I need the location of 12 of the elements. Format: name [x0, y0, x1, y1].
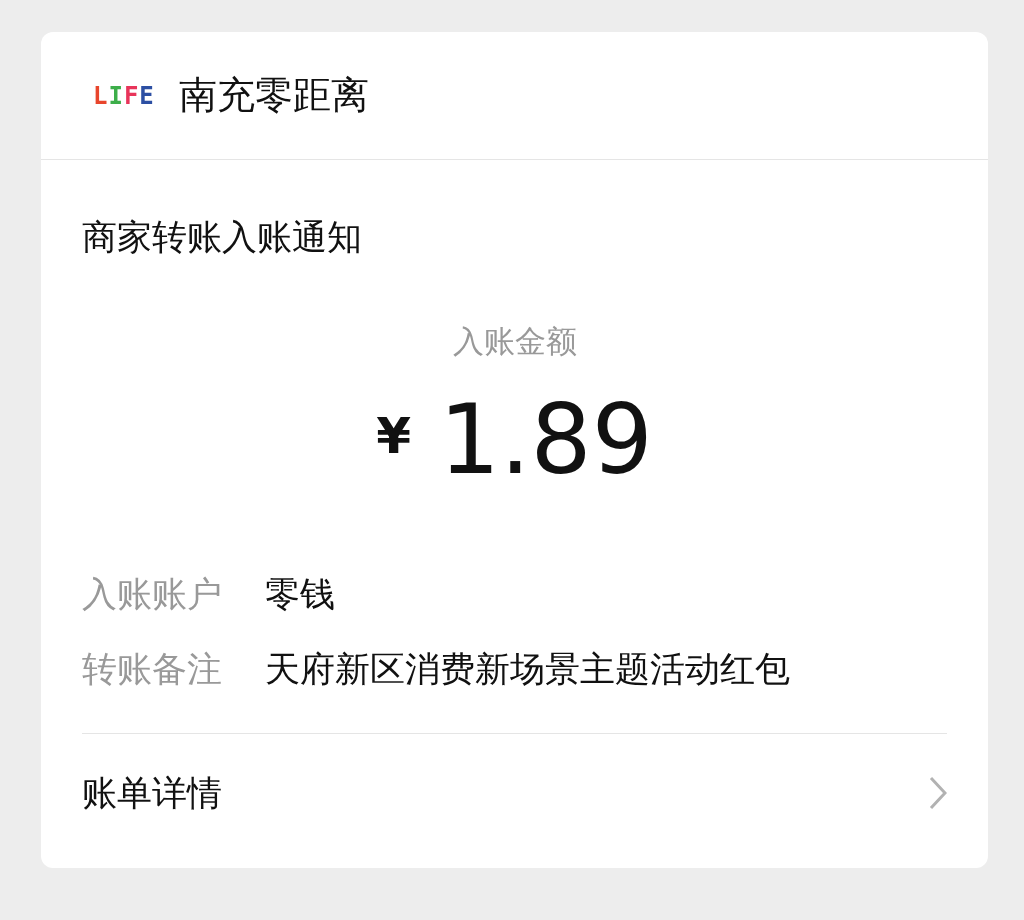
notice-title: 商家转账入账通知 — [82, 216, 363, 259]
detail-value: 零钱 — [265, 573, 335, 616]
account-name: 南充零距离 — [178, 72, 369, 119]
detail-label: 入账账户 — [82, 573, 223, 616]
detail-label: 转账备注 — [82, 648, 223, 691]
currency-symbol: ¥ — [376, 407, 411, 465]
logo: LI FE — [93, 81, 155, 110]
amount-value: 1.89 — [439, 385, 653, 495]
detail-value: 天府新区消费新场景主题活动红包 — [265, 648, 790, 691]
amount-label: 入账金额 — [451, 322, 578, 361]
chevron-icon — [929, 776, 947, 810]
bill-details-link[interactable]: 账单详情 — [82, 769, 222, 817]
